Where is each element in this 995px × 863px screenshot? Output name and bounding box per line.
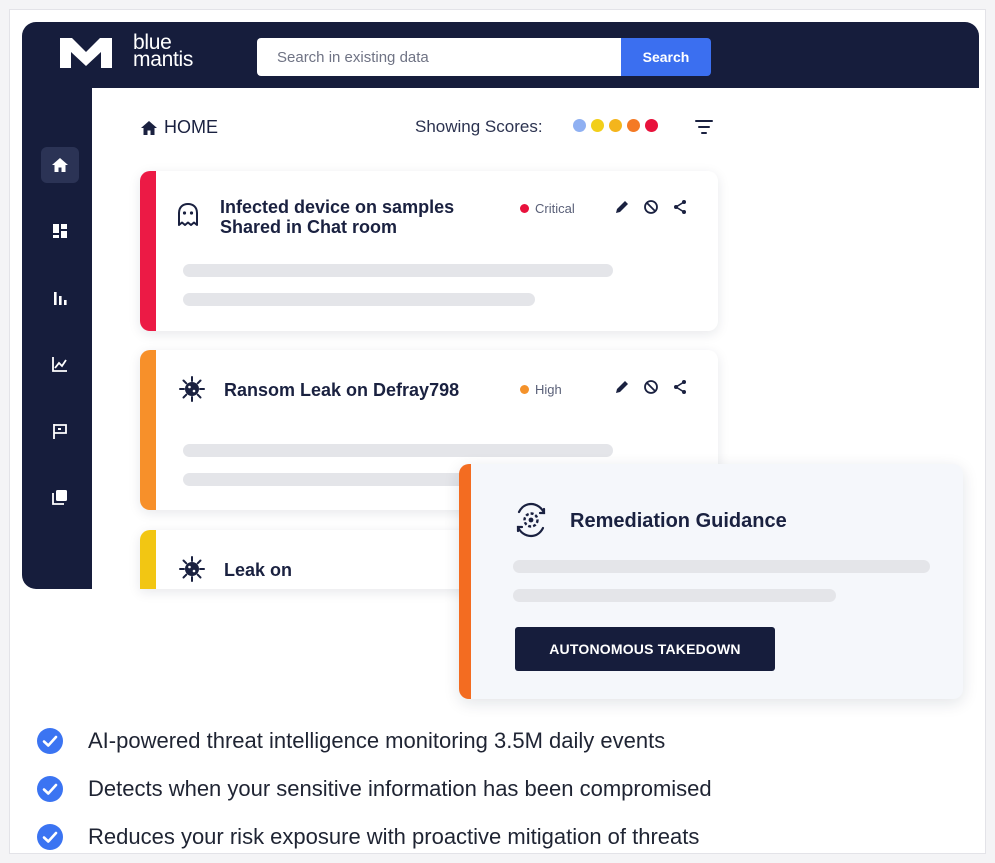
check-circle-icon <box>37 776 63 802</box>
sidebar-item-copy[interactable] <box>41 479 79 515</box>
bar-chart-icon <box>54 292 67 305</box>
severity-dot <box>520 385 529 394</box>
skeleton-line <box>183 264 613 277</box>
breadcrumb[interactable]: HOME <box>140 117 218 138</box>
severity-label: Critical <box>535 201 575 216</box>
severity-stripe <box>140 350 156 510</box>
score-filter-dots[interactable] <box>573 119 658 132</box>
alert-actions <box>614 379 688 395</box>
brand-name: blue mantis <box>133 32 194 71</box>
list-item: Reduces your risk exposure with proactiv… <box>36 813 712 861</box>
sidebar-item-home[interactable] <box>41 147 79 183</box>
remediation-stripe <box>459 464 471 699</box>
flag-icon <box>53 424 67 439</box>
share-icon[interactable] <box>672 199 688 215</box>
severity-badge: Critical <box>520 201 575 216</box>
filter-icon[interactable] <box>694 117 714 137</box>
dashboard-icon <box>53 224 67 238</box>
benefit-text: Reduces your risk exposure with proactiv… <box>88 824 700 849</box>
skeleton-line <box>183 444 613 457</box>
block-icon[interactable] <box>643 199 659 215</box>
severity-dot <box>520 204 529 213</box>
remediation-panel: Remediation Guidance AUTONOMOUS TAKEDOWN <box>459 464 963 699</box>
severity-label: High <box>535 382 562 397</box>
copy-icon <box>52 490 67 505</box>
alert-actions <box>614 199 688 215</box>
brand-name-line2: mantis <box>133 48 194 71</box>
skeleton-line <box>513 560 930 573</box>
alert-title: Ransom Leak on Defray798 <box>224 380 460 400</box>
edit-icon[interactable] <box>614 199 630 215</box>
scores-label: Showing Scores: <box>415 117 543 136</box>
search-input[interactable] <box>257 38 621 76</box>
share-icon[interactable] <box>672 379 688 395</box>
skeleton-line <box>183 293 535 306</box>
score-dot[interactable] <box>573 119 586 132</box>
alert-title: Leak on <box>224 560 293 580</box>
line-chart-icon <box>52 357 67 372</box>
benefit-text: Detects when your sensitive information … <box>88 776 712 801</box>
virus-icon <box>179 556 205 582</box>
severity-badge: High <box>520 382 562 397</box>
breadcrumb-label: HOME <box>164 117 218 137</box>
top-bar: blue mantis Search <box>22 22 979 88</box>
remediation-title: Remediation Guidance <box>570 510 787 532</box>
sidebar-item-flag[interactable] <box>41 413 79 449</box>
virus-icon <box>179 376 205 402</box>
sidebar-item-dashboard[interactable] <box>41 213 79 249</box>
sidebar-item-line-chart[interactable] <box>41 346 79 382</box>
list-item: AI-powered threat intelligence monitorin… <box>36 717 712 765</box>
alert-title-line: Shared in Chat room <box>220 217 398 237</box>
score-dot[interactable] <box>645 119 658 132</box>
autonomous-takedown-button[interactable]: AUTONOMOUS TAKEDOWN <box>515 627 775 671</box>
edit-icon[interactable] <box>614 379 630 395</box>
score-dot[interactable] <box>591 119 604 132</box>
sidebar-item-bar-chart[interactable] <box>41 280 79 316</box>
benefit-text: AI-powered threat intelligence monitorin… <box>88 728 666 753</box>
gear-refresh-icon <box>516 502 546 538</box>
list-item: Detects when your sensitive information … <box>36 765 712 813</box>
severity-stripe <box>140 530 156 589</box>
check-circle-icon <box>37 728 63 754</box>
severity-stripe <box>140 171 156 331</box>
check-circle-icon <box>37 824 63 850</box>
score-dot[interactable] <box>609 119 622 132</box>
home-icon <box>52 158 68 172</box>
brand-logo-icon <box>60 38 112 68</box>
score-dot[interactable] <box>627 119 640 132</box>
alert-card-critical[interactable]: Infected device on samples Shared in Cha… <box>140 171 718 331</box>
home-icon <box>141 120 157 135</box>
alert-title: Infected device on samples Shared in Cha… <box>220 197 454 237</box>
skeleton-line <box>513 589 836 602</box>
ghost-icon <box>178 203 198 226</box>
benefits-list: AI-powered threat intelligence monitorin… <box>36 717 712 861</box>
search-button[interactable]: Search <box>621 38 711 76</box>
alert-title-line: Infected device on samples <box>220 197 455 217</box>
sidebar <box>22 88 92 589</box>
block-icon[interactable] <box>643 379 659 395</box>
